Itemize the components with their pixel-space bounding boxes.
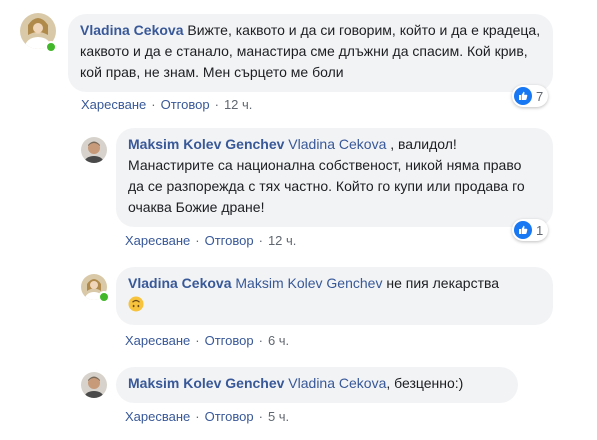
comment-author[interactable]: Maksim Kolev Genchev: [128, 375, 284, 391]
comment-author[interactable]: Maksim Kolev Genchev: [128, 136, 284, 152]
comment-actions: Харесване · Отговор · 6 ч.: [125, 333, 290, 348]
comment-bubble: Maksim Kolev Genchev Vladina Cekova , ва…: [116, 128, 553, 227]
comment-time[interactable]: 5 ч.: [268, 409, 289, 424]
mention-tag[interactable]: Vladina Cekova: [288, 136, 386, 152]
comment-time[interactable]: 12 ч.: [268, 233, 296, 248]
like-button[interactable]: Харесване: [81, 97, 146, 112]
comment-actions: Харесване · Отговор · 12 ч.: [125, 233, 297, 248]
comment-actions: Харесване · Отговор · 5 ч.: [125, 409, 290, 424]
reaction-number: 7: [536, 88, 544, 104]
comment-author[interactable]: Vladina Cekova: [80, 22, 184, 38]
reaction-count[interactable]: 7: [512, 85, 549, 107]
mention-tag[interactable]: Maksim Kolev Genchev: [235, 275, 382, 291]
comment-actions: Харесване · Отговор · 12 ч.: [81, 97, 253, 112]
reply-button[interactable]: Отговор: [161, 97, 210, 112]
comment-time[interactable]: 12 ч.: [224, 97, 252, 112]
mention-tag[interactable]: Vladina Cekova: [288, 375, 386, 391]
reaction-number: 1: [536, 222, 544, 238]
online-status-icon: [45, 41, 57, 53]
comment-1: Vladina Cekova Вижте, каквото и да си го…: [0, 0, 597, 115]
comment-bubble: Maksim Kolev Genchev Vladina Cekova, без…: [116, 367, 518, 403]
avatar[interactable]: [81, 137, 107, 163]
like-button[interactable]: Харесване: [125, 409, 190, 424]
reply-button[interactable]: Отговор: [205, 409, 254, 424]
upside-down-face-icon: [128, 296, 144, 312]
like-icon: [514, 87, 532, 105]
comment-author[interactable]: Vladina Cekova: [128, 275, 232, 291]
reply-1: Maksim Kolev Genchev Vladina Cekova , ва…: [0, 115, 597, 255]
comment-text: не пия лекарства: [386, 275, 500, 291]
online-status-icon: [98, 291, 110, 303]
comment-bubble: Vladina Cekova Maksim Kolev Genchev не п…: [116, 267, 553, 325]
reply-button[interactable]: Отговор: [205, 333, 254, 348]
like-button[interactable]: Харесване: [125, 233, 190, 248]
reply-3: Maksim Kolev Genchev Vladina Cekova, без…: [0, 360, 597, 440]
like-icon: [514, 221, 532, 239]
avatar[interactable]: [81, 372, 107, 398]
comment-time[interactable]: 6 ч.: [268, 333, 289, 348]
reaction-count[interactable]: 1: [512, 219, 549, 241]
comment-bubble: Vladina Cekova Вижте, каквото и да си го…: [68, 14, 553, 92]
like-button[interactable]: Харесване: [125, 333, 190, 348]
reply-button[interactable]: Отговор: [205, 233, 254, 248]
comment-text: , безценно:): [386, 375, 464, 391]
reply-2: Vladina Cekova Maksim Kolev Genchev не п…: [0, 255, 597, 360]
